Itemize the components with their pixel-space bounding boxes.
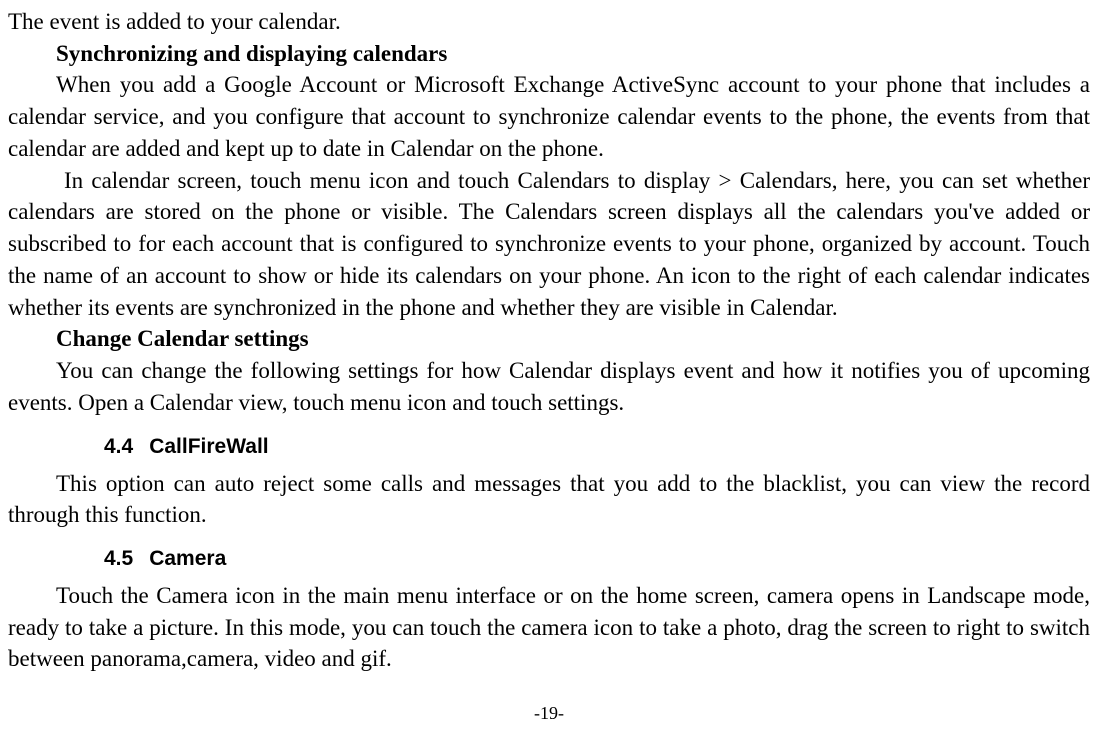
paragraph: This option can auto reject some calls a… — [8, 468, 1090, 531]
section-4-5-heading: 4.5 Camera — [104, 545, 1090, 574]
section-title: Camera — [149, 547, 226, 570]
section-number: 4.4 — [104, 433, 133, 462]
page-number: -19- — [8, 701, 1090, 726]
section-number: 4.5 — [104, 545, 133, 574]
subheading-change-settings: Change Calendar settings — [8, 323, 1090, 355]
paragraph: You can change the following settings fo… — [8, 355, 1090, 418]
subheading-sync: Synchronizing and displaying calendars — [8, 38, 1090, 70]
text-line: The event is added to your calendar. — [8, 6, 1090, 38]
paragraph: Touch the Camera icon in the main menu i… — [8, 580, 1090, 675]
document-page: The event is added to your calendar. Syn… — [8, 6, 1090, 730]
section-4-4-heading: 4.4 CallFireWall — [104, 433, 1090, 462]
page-content: The event is added to your calendar. Syn… — [8, 6, 1090, 675]
section-title: CallFireWall — [149, 435, 268, 458]
paragraph: When you add a Google Account or Microso… — [8, 69, 1090, 164]
paragraph: In calendar screen, touch menu icon and … — [8, 165, 1090, 324]
